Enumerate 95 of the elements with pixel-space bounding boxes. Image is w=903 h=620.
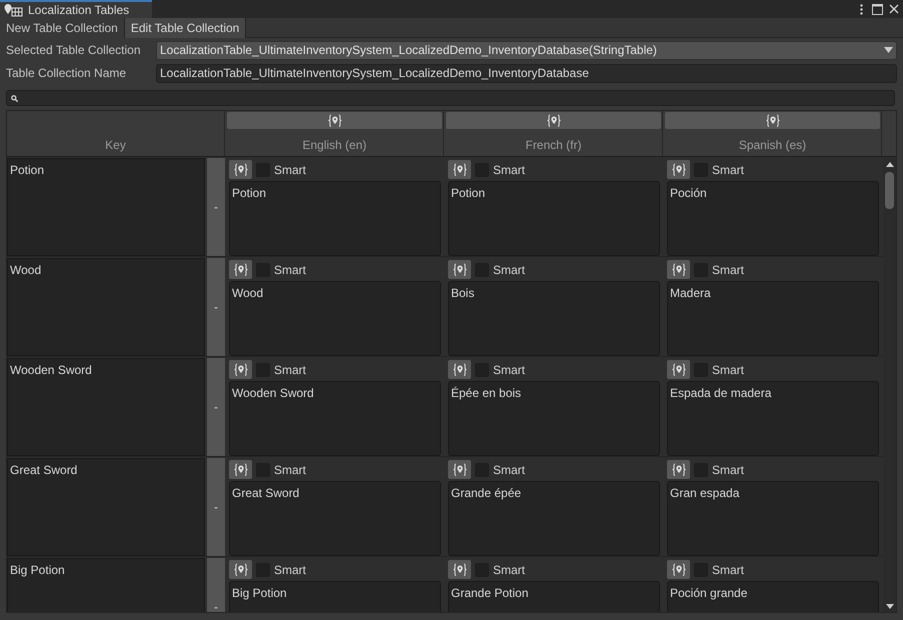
entry-action-button[interactable] (448, 560, 471, 579)
checkbox-label: Smart (712, 162, 744, 178)
translation-field[interactable]: Grande Potion (448, 581, 660, 612)
map-pin-grid-icon (4, 3, 24, 17)
remove-key-button[interactable]: - (207, 158, 225, 256)
braces-pin-icon (452, 563, 466, 576)
checkbox-label: Smart (274, 262, 306, 278)
scrollbar-thumb[interactable] (885, 172, 894, 209)
key-field[interactable]: Potion (7, 158, 205, 256)
column-header: Spanish (es) (738, 137, 806, 154)
checkbox-label: Smart (274, 362, 306, 378)
maximize-icon[interactable] (872, 4, 883, 14)
braces-pin-icon (672, 163, 686, 176)
translation-field[interactable]: Wooden Sword (229, 381, 441, 456)
translation-field[interactable]: Potion (229, 181, 441, 256)
entry-action-button[interactable] (667, 460, 690, 479)
checkbox-label: Smart (493, 162, 526, 178)
entry-action-button[interactable] (448, 460, 471, 479)
checkbox-label: Smart (493, 362, 526, 378)
field-label: Table Collection Name (6, 65, 128, 82)
more-options-icon[interactable] (860, 4, 863, 14)
key-field[interactable]: Big Potion (7, 558, 205, 612)
key-field[interactable]: Wooden Sword (7, 358, 205, 456)
braces-pin-icon (672, 363, 686, 376)
translation-field[interactable]: Poción grande (667, 581, 879, 612)
translation-field[interactable]: Grande épée (448, 481, 660, 556)
entry-action-button[interactable] (229, 160, 252, 179)
field-label: Selected Table Collection (6, 42, 142, 59)
translation-field[interactable]: Bois (448, 281, 660, 356)
remove-key-button[interactable]: - (207, 258, 225, 356)
braces-pin-icon (452, 363, 466, 376)
translation-field[interactable]: Épée en bois (448, 381, 660, 456)
checkbox-label: Smart (274, 162, 306, 178)
table-collection-dropdown[interactable]: LocalizationTable_UltimateInventorySystem_LocalizedDemo_InventoryDatabase(StringTable) (156, 40, 897, 60)
checkbox-label: Smart (493, 562, 526, 578)
remove-key-button[interactable]: - (207, 558, 225, 612)
search-field[interactable] (6, 90, 895, 106)
translation-field[interactable]: Potion (448, 181, 660, 256)
scroll-down-icon[interactable] (886, 604, 894, 609)
column-header: English (en) (302, 137, 367, 154)
checkbox-label: Smart (712, 562, 744, 578)
key-field[interactable]: Wood (7, 258, 205, 356)
braces-pin-icon (452, 463, 466, 476)
checkbox-label: Smart (274, 462, 306, 478)
window-title: Localization Tables (28, 2, 130, 19)
checkbox-label: Smart (493, 462, 526, 478)
braces-pin-icon (234, 263, 248, 276)
close-icon[interactable] (889, 4, 899, 14)
braces-pin-icon (672, 463, 686, 476)
braces-pin-icon (672, 563, 686, 576)
translation-field[interactable]: Poción (667, 181, 879, 256)
entry-action-button[interactable] (667, 160, 690, 179)
checkbox-label: Smart (274, 562, 306, 578)
scroll-up-icon[interactable] (886, 162, 894, 167)
toolbar-tab[interactable]: New Table Collection (0, 18, 125, 38)
search-icon (11, 94, 18, 102)
entry-action-button[interactable] (229, 360, 252, 379)
entry-action-button[interactable] (229, 560, 252, 579)
key-field[interactable]: Great Sword (7, 458, 205, 556)
braces-pin-icon (452, 163, 466, 176)
braces-pin-icon (234, 163, 248, 176)
entry-action-button[interactable] (448, 260, 471, 279)
checkbox-label: Smart (712, 262, 744, 278)
braces-pin-icon (672, 263, 686, 276)
translation-field[interactable]: Great Sword (229, 481, 441, 556)
collection-name-field[interactable]: LocalizationTable_UltimateInventorySystem_LocalizedDemo_InventoryDatabase (156, 64, 897, 82)
checkbox-label: Smart (493, 262, 526, 278)
braces-pin-icon (234, 463, 248, 476)
translation-field[interactable]: Espada de madera (667, 381, 879, 456)
dropdown-caret-icon (884, 47, 893, 53)
translation-field[interactable]: Madera (667, 281, 879, 356)
braces-pin-icon (766, 114, 780, 127)
column-header: French (fr) (525, 137, 582, 154)
window-tab[interactable]: Localization Tables (0, 0, 152, 18)
braces-pin-icon (234, 363, 248, 376)
braces-pin-icon (546, 114, 560, 127)
entry-action-button[interactable] (229, 260, 252, 279)
checkbox-label: Smart (712, 362, 744, 378)
checkbox-label: Smart (712, 462, 744, 478)
remove-key-button[interactable]: - (207, 358, 225, 456)
remove-key-button[interactable]: - (207, 458, 225, 556)
entry-action-button[interactable] (667, 360, 690, 379)
entry-action-button[interactable] (667, 260, 690, 279)
braces-pin-icon (234, 563, 248, 576)
entry-action-button[interactable] (448, 160, 471, 179)
entry-action-button[interactable] (229, 460, 252, 479)
translation-field[interactable]: Gran espada (667, 481, 879, 556)
entry-action-button[interactable] (448, 360, 471, 379)
translation-field[interactable]: Wood (229, 281, 441, 356)
entry-action-button[interactable] (667, 560, 690, 579)
toolbar-tab[interactable]: Edit Table Collection (124, 18, 246, 38)
braces-pin-icon (452, 263, 466, 276)
column-header: Key (105, 137, 126, 154)
translation-field[interactable]: Big Potion (229, 581, 441, 612)
braces-pin-icon (328, 114, 342, 127)
